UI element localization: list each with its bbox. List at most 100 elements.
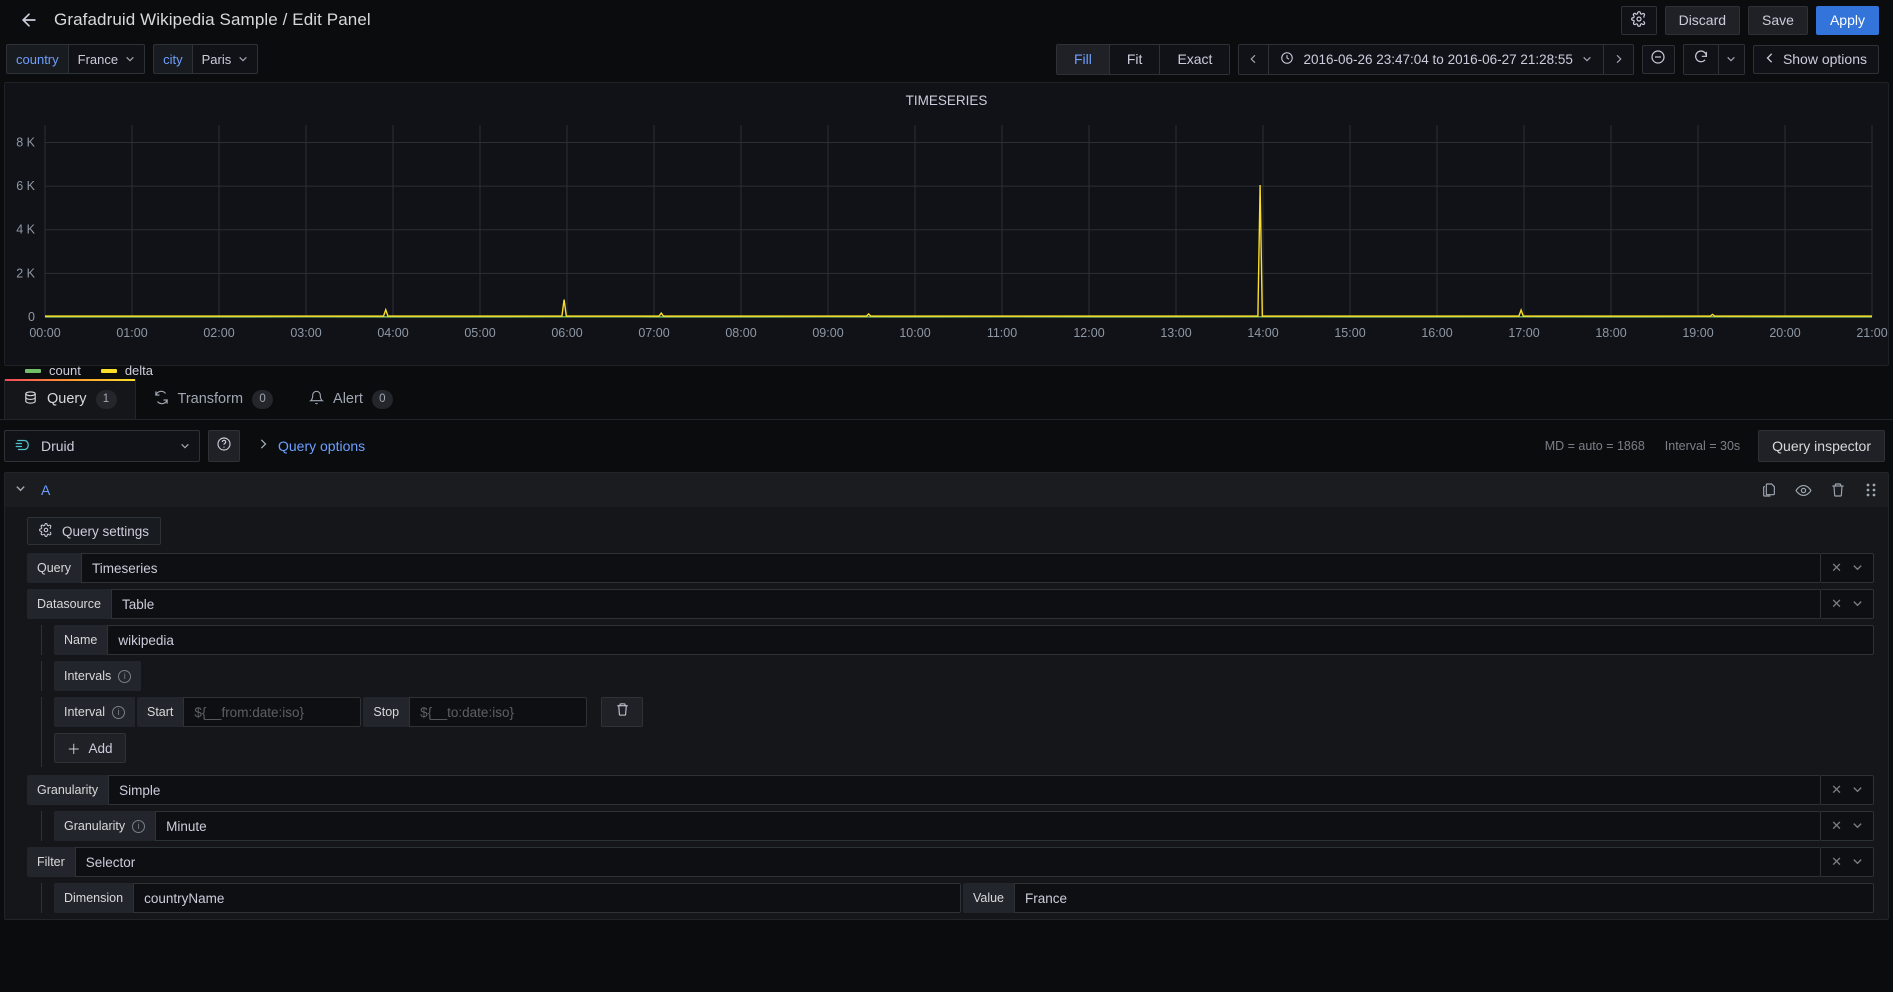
times-icon[interactable]: ✕ — [1831, 560, 1842, 576]
chevron-down-icon[interactable] — [1852, 783, 1863, 798]
granularity-field-select[interactable]: Simple — [108, 775, 1822, 805]
datasource-field-select[interactable]: Table — [110, 589, 1822, 619]
filter-field-actions[interactable]: ✕ — [1821, 847, 1874, 877]
interval-label-text: Interval — [64, 705, 105, 719]
timeseries-chart[interactable]: 0 2 K 4 K 6 K 8 K 00:00 01:00 02:00 03:00 04:00 05… — [5, 117, 1888, 378]
variable-country-select[interactable]: France — [67, 44, 146, 74]
interval-stop-label: Stop — [363, 697, 410, 727]
query-field-actions[interactable]: ✕ — [1821, 553, 1874, 583]
granularity-field-actions[interactable]: ✕ — [1821, 775, 1874, 805]
question-circle-icon — [216, 436, 232, 457]
time-shift-back-button[interactable] — [1239, 44, 1270, 74]
visualization-panel[interactable]: TIMESERIES 02 K4 K6 K8 K 00:00 01:00 02:00 0… — [4, 82, 1889, 378]
times-icon[interactable]: ✕ — [1831, 818, 1842, 834]
variable-city-label: city — [153, 44, 192, 74]
tab-alert[interactable]: Alert 0 — [291, 379, 411, 419]
datasource-help-button[interactable] — [208, 430, 240, 462]
query-inspector-button[interactable]: Query inspector — [1758, 430, 1885, 462]
interval-stop-input[interactable]: ${__to:date:iso} — [409, 697, 588, 727]
add-interval-button[interactable]: ＋ Add — [54, 733, 126, 763]
query-editor-header: A — [5, 473, 1888, 507]
query-options-toggle[interactable]: Query options — [258, 437, 365, 455]
query-settings-label: Query settings — [62, 523, 150, 539]
svg-text:8 K: 8 K — [16, 135, 35, 149]
druid-icon — [14, 437, 32, 456]
tab-alert-badge: 0 — [371, 389, 393, 409]
tab-query[interactable]: Query 1 — [4, 379, 136, 419]
svg-text:6 K: 6 K — [16, 179, 35, 193]
chevron-down-icon[interactable] — [1852, 561, 1863, 576]
chart-canvas: 0 2 K 4 K 6 K 8 K 00:00 01:00 02:00 03:00 04:00 05… — [16, 125, 1888, 340]
granularity-inner-select[interactable]: Minute — [155, 811, 1822, 841]
tab-transform[interactable]: Transform 0 — [136, 379, 292, 419]
query-collapse-toggle[interactable] — [15, 483, 33, 497]
name-field-input[interactable]: wikipedia — [107, 625, 1874, 655]
chevron-down-icon[interactable] — [1852, 819, 1863, 834]
granularity-inner-actions[interactable]: ✕ — [1821, 811, 1874, 841]
query-ref-id[interactable]: A — [41, 482, 50, 498]
zoom-mode-group: Fill Fit Exact — [1055, 43, 1231, 75]
zoom-mode-fit[interactable]: Fit — [1109, 44, 1161, 74]
query-editor-body: Query settings Query Timeseries ✕ Dataso… — [5, 507, 1888, 913]
granularity-inner-label-text: Granularity — [64, 819, 126, 833]
info-icon[interactable]: i — [132, 819, 146, 833]
query-field-label: Query — [27, 553, 82, 583]
zoom-mode-fill[interactable]: Fill — [1056, 44, 1110, 74]
plus-icon: ＋ — [67, 742, 81, 757]
page-title: Grafadruid Wikipedia Sample / Edit Panel — [54, 10, 371, 29]
svg-text:03:00: 03:00 — [290, 326, 321, 340]
time-range-picker[interactable]: 2016-06-26 23:47:04 to 2016-06-27 21:28:… — [1269, 44, 1603, 74]
datasource-picker[interactable]: Druid — [4, 430, 200, 462]
refresh-interval-dropdown[interactable] — [1717, 44, 1744, 74]
value-field-input[interactable]: France — [1014, 883, 1874, 913]
svg-text:06:00: 06:00 — [551, 326, 582, 340]
database-icon — [23, 390, 38, 409]
svg-text:12:00: 12:00 — [1073, 326, 1104, 340]
legend-item-count[interactable]: count — [25, 363, 81, 378]
query-settings-button[interactable]: Query settings — [27, 517, 162, 545]
legend-label-count: count — [49, 363, 81, 378]
query-field-select[interactable]: Timeseries — [81, 553, 1822, 583]
chevron-down-icon[interactable] — [1852, 597, 1863, 612]
svg-text:16:00: 16:00 — [1421, 326, 1452, 340]
times-icon[interactable]: ✕ — [1831, 596, 1842, 612]
show-options-label: Show options — [1782, 51, 1867, 67]
legend-item-delta[interactable]: delta — [100, 363, 153, 378]
datasource-field-label: Datasource — [27, 589, 111, 619]
tab-query-badge: 1 — [95, 389, 117, 409]
show-options-button[interactable]: Show options — [1752, 44, 1879, 74]
times-icon[interactable]: ✕ — [1831, 782, 1842, 798]
time-range-group: 2016-06-26 23:47:04 to 2016-06-27 21:28:… — [1238, 43, 1634, 75]
variable-city-select[interactable]: Paris — [191, 44, 259, 74]
transform-icon — [154, 390, 169, 409]
drag-handle-icon[interactable] — [1864, 482, 1878, 498]
zoom-mode-exact[interactable]: Exact — [1160, 44, 1230, 74]
chevron-down-icon — [125, 52, 135, 67]
duplicate-query-icon[interactable] — [1761, 482, 1777, 498]
tab-alert-label: Alert — [333, 391, 363, 407]
info-icon[interactable]: i — [112, 705, 125, 719]
back-button[interactable] — [14, 5, 44, 35]
query-options-meta: MD = auto = 1868 Interval = 30s — [1545, 439, 1740, 453]
filter-field-select[interactable]: Selector — [74, 847, 1822, 877]
info-icon[interactable]: i — [118, 669, 132, 683]
hide-query-icon[interactable] — [1795, 482, 1812, 499]
value-field-label: Value — [962, 883, 1014, 913]
refresh-button[interactable] — [1683, 44, 1718, 74]
datasource-field-actions[interactable]: ✕ — [1821, 589, 1874, 619]
time-shift-forward-button[interactable] — [1602, 44, 1633, 74]
datasource-row: Druid Query options MD = auto = 1868 Int… — [0, 420, 1893, 472]
chevron-down-icon[interactable] — [1852, 855, 1863, 870]
dimension-field-input[interactable]: countryName — [133, 883, 961, 913]
discard-button[interactable]: Discard — [1664, 5, 1741, 35]
interval-start-input[interactable]: ${__from:date:iso} — [183, 697, 362, 727]
apply-button[interactable]: Apply — [1815, 5, 1879, 35]
svg-text:09:00: 09:00 — [812, 326, 843, 340]
chevron-right-icon — [258, 437, 268, 455]
times-icon[interactable]: ✕ — [1831, 854, 1842, 870]
delete-query-icon[interactable] — [1830, 482, 1846, 498]
delete-interval-button[interactable] — [601, 697, 644, 727]
save-button[interactable]: Save — [1748, 5, 1808, 35]
zoom-out-button[interactable] — [1641, 44, 1675, 74]
panel-settings-button[interactable] — [1620, 5, 1657, 35]
